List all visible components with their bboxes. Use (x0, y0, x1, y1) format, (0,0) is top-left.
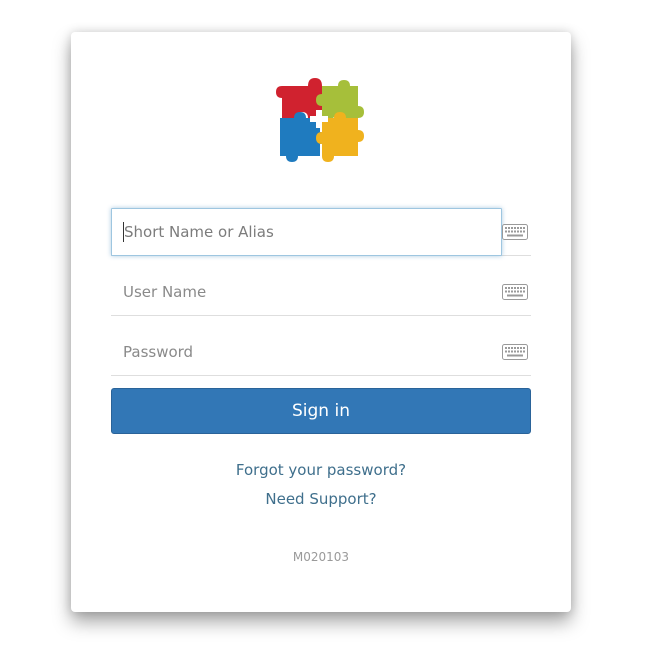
keyboard-icon[interactable] (502, 224, 528, 240)
short-name-input[interactable] (111, 208, 502, 256)
puzzle-logo (276, 78, 364, 162)
username-input[interactable] (111, 268, 502, 316)
username-field (111, 268, 531, 316)
need-support-link[interactable]: Need Support? (71, 490, 571, 508)
keyboard-icon[interactable] (502, 284, 528, 300)
sign-in-button[interactable]: Sign in (111, 388, 531, 434)
version-label: M020103 (292, 550, 350, 564)
password-field (111, 328, 531, 376)
forgot-password-link[interactable]: Forgot your password? (71, 461, 571, 479)
password-input[interactable] (111, 328, 502, 376)
text-caret (123, 222, 124, 242)
keyboard-icon[interactable] (502, 344, 528, 360)
short-name-field (111, 208, 531, 256)
